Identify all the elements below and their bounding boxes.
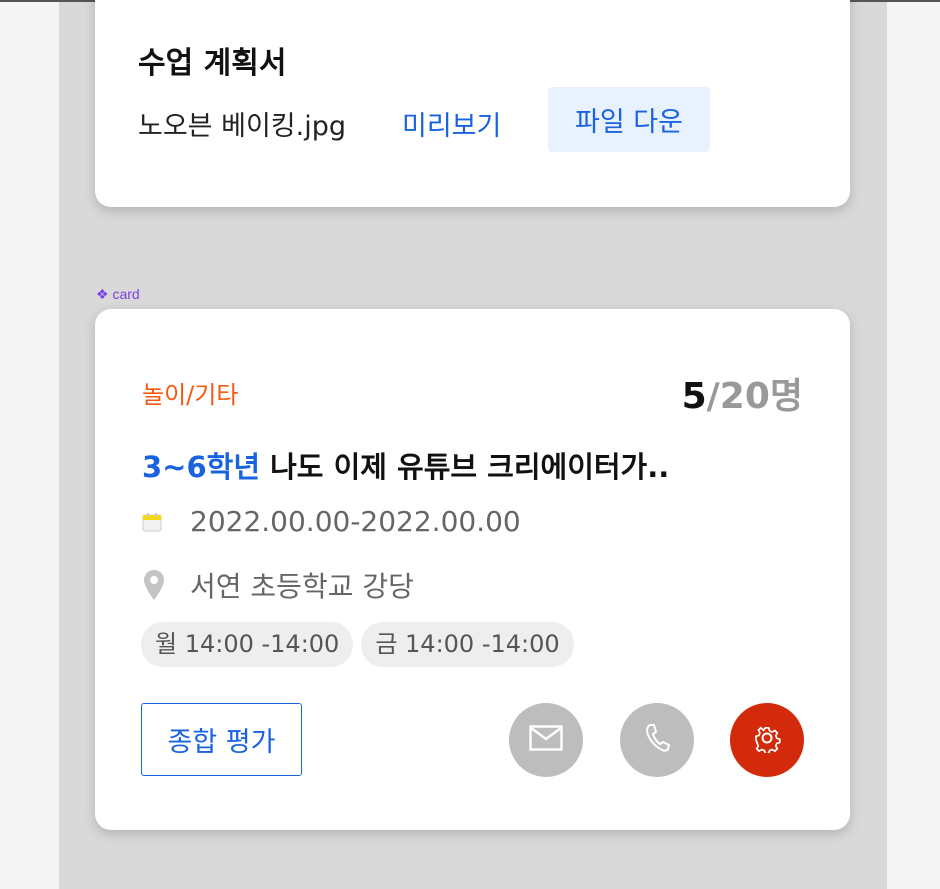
location-row: 서연 초등학교 강당 [142, 565, 414, 605]
evaluation-button[interactable]: 종합 평가 [141, 703, 302, 776]
category-label: 놀이/기타 [142, 381, 239, 409]
file-name: 노오븐 베이킹.jpg [138, 111, 346, 142]
location-pin-icon [142, 569, 190, 601]
mail-button[interactable] [509, 703, 583, 777]
schedule-tag: 월 14:00 -14:00 [141, 622, 354, 667]
component-label: ❖ card [96, 286, 140, 302]
gear-icon [752, 723, 782, 757]
mail-icon [529, 725, 563, 755]
lesson-plan-title: 수업 계획서 [138, 46, 287, 81]
schedule-tags: 월 14:00 -14:00 금 14:00 -14:00 [141, 622, 574, 667]
location: 서연 초등학교 강당 [190, 570, 414, 603]
class-card: 놀이/기타 5/20명 3~6학년 나도 이제 유튜브 크리에이터가.. 202… [95, 309, 850, 830]
schedule-tag: 금 14:00 -14:00 [361, 622, 574, 667]
settings-button[interactable] [730, 703, 804, 777]
class-title: 3~6학년 나도 이제 유튜브 크리에이터가.. [142, 444, 669, 486]
lesson-plan-card: 수업 계획서 노오븐 베이킹.jpg 미리보기 파일 다운 [95, 0, 850, 207]
phone-icon [644, 723, 671, 757]
date-row: 2022.00.00-2022.00.00 [142, 505, 521, 538]
file-download-button[interactable]: 파일 다운 [548, 87, 710, 152]
date-range: 2022.00.00-2022.00.00 [190, 505, 521, 538]
calendar-icon [142, 512, 190, 532]
enrolled-count: 5 [681, 376, 707, 417]
preview-link[interactable]: 미리보기 [402, 104, 501, 143]
phone-button[interactable] [620, 703, 694, 777]
grade-label: 3~6학년 [142, 450, 261, 484]
class-name: 나도 이제 유튜브 크리에이터가.. [260, 450, 670, 484]
enrollment-count: 5/20명 [682, 367, 803, 419]
capacity: /20명 [706, 376, 803, 417]
